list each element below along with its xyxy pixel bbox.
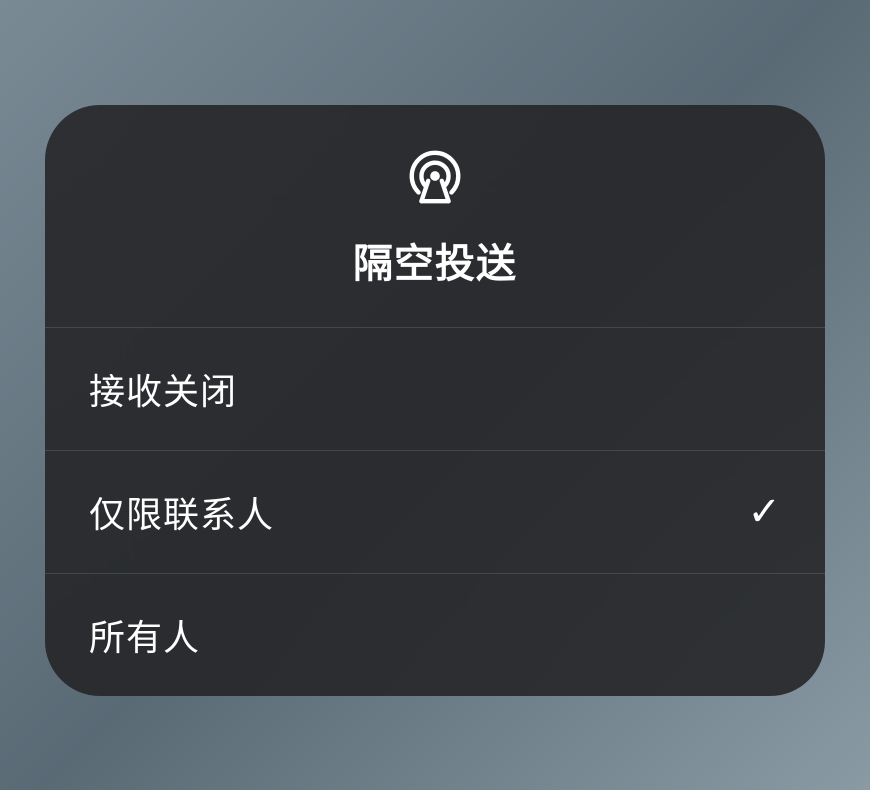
option-contacts-only[interactable]: 仅限联系人 ✓ [45, 451, 825, 574]
panel-header: 隔空投送 [45, 105, 825, 328]
option-label: 仅限联系人 [89, 486, 274, 538]
checkmark-icon: ✓ [747, 489, 781, 535]
option-label: 接收关闭 [89, 363, 237, 415]
panel-title: 隔空投送 [353, 231, 517, 289]
option-everyone[interactable]: 所有人 ✓ [45, 574, 825, 696]
option-receiving-off[interactable]: 接收关闭 ✓ [45, 328, 825, 451]
airdrop-panel: 隔空投送 接收关闭 ✓ 仅限联系人 ✓ 所有人 ✓ [45, 105, 825, 696]
airdrop-icon [404, 145, 466, 207]
option-label: 所有人 [89, 609, 200, 661]
